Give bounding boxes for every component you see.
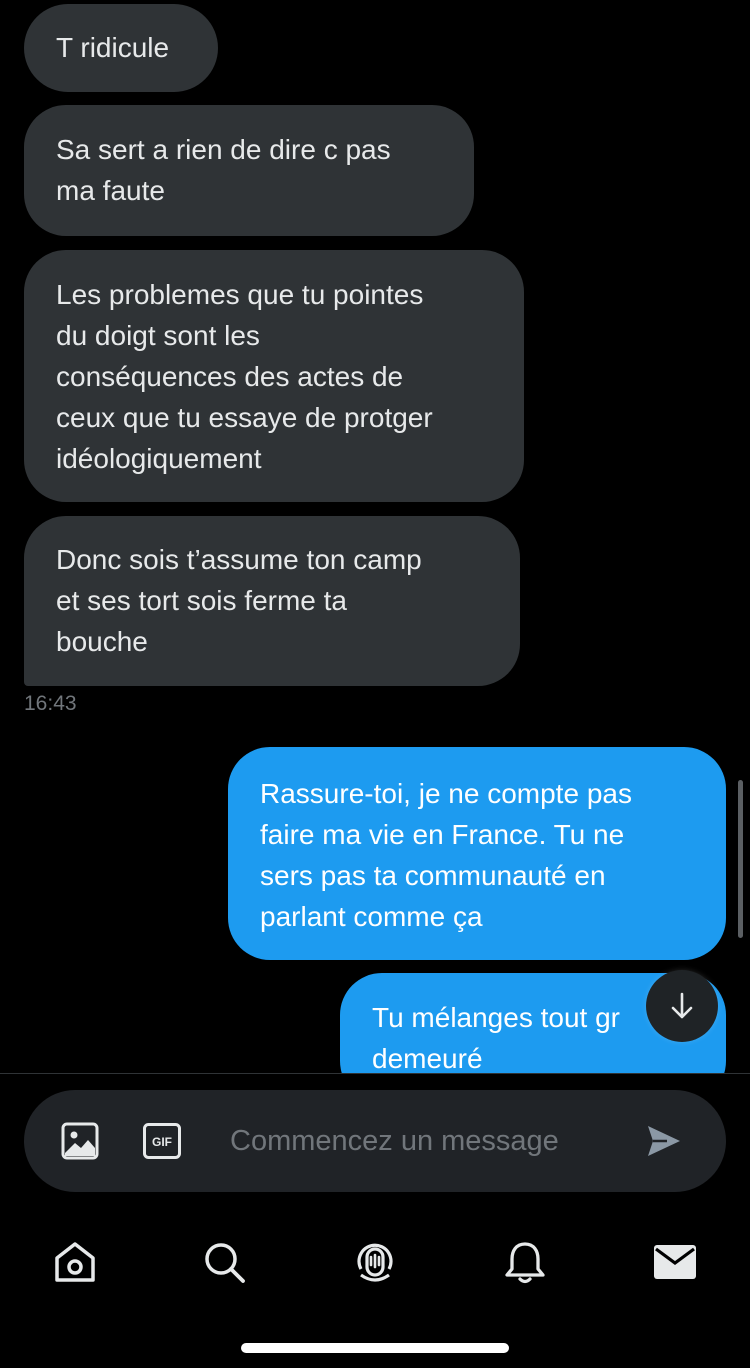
message-text: Donc sois t’assume ton camp et ses tort … bbox=[56, 544, 422, 657]
arrow-down-icon bbox=[671, 992, 693, 1019]
nav-notifications[interactable] bbox=[500, 1237, 550, 1287]
add-gif-button[interactable]: GIF bbox=[142, 1121, 182, 1161]
image-icon bbox=[61, 1122, 99, 1160]
message-text: Tu mélanges tout gr demeuré bbox=[372, 1002, 620, 1073]
gif-label: GIF bbox=[152, 1135, 172, 1149]
scroll-to-bottom-button[interactable] bbox=[646, 970, 718, 1042]
message-text: Rassure-toi, je ne compte pas faire ma v… bbox=[260, 778, 632, 932]
bottom-navigation bbox=[0, 1210, 750, 1310]
received-message[interactable]: T ridicule bbox=[24, 4, 218, 92]
send-icon bbox=[648, 1126, 680, 1156]
nav-search[interactable] bbox=[199, 1237, 249, 1287]
message-composer: GIF bbox=[24, 1090, 726, 1192]
send-button[interactable] bbox=[644, 1121, 684, 1161]
received-message[interactable]: Sa sert a rien de dire c pas ma faute bbox=[24, 105, 474, 236]
nav-home[interactable] bbox=[50, 1237, 100, 1287]
spaces-icon bbox=[357, 1243, 393, 1282]
gif-icon: GIF bbox=[143, 1123, 181, 1159]
messages-icon bbox=[654, 1245, 696, 1279]
message-text: T ridicule bbox=[56, 32, 170, 63]
add-image-button[interactable] bbox=[60, 1121, 100, 1161]
nav-messages[interactable] bbox=[650, 1237, 700, 1287]
received-message[interactable]: Les problemes que tu pointes du doigt so… bbox=[24, 250, 524, 502]
composer-divider bbox=[0, 1073, 750, 1074]
scrollbar[interactable] bbox=[738, 780, 743, 938]
conversation-thread: T ridicule Sa sert a rien de dire c pas … bbox=[0, 0, 750, 1073]
message-text: Les problemes que tu pointes du doigt so… bbox=[56, 279, 433, 474]
nav-spaces[interactable] bbox=[350, 1237, 400, 1287]
home-icon bbox=[55, 1242, 95, 1282]
message-text: Sa sert a rien de dire c pas ma faute bbox=[56, 134, 391, 206]
message-input[interactable] bbox=[230, 1116, 630, 1166]
search-icon bbox=[205, 1243, 245, 1283]
received-message[interactable]: Donc sois t’assume ton camp et ses tort … bbox=[24, 516, 520, 686]
home-indicator[interactable] bbox=[241, 1343, 509, 1353]
message-timestamp: 16:43 bbox=[24, 692, 77, 715]
notifications-icon bbox=[505, 1242, 545, 1284]
sent-message[interactable]: Rassure-toi, je ne compte pas faire ma v… bbox=[228, 747, 726, 960]
